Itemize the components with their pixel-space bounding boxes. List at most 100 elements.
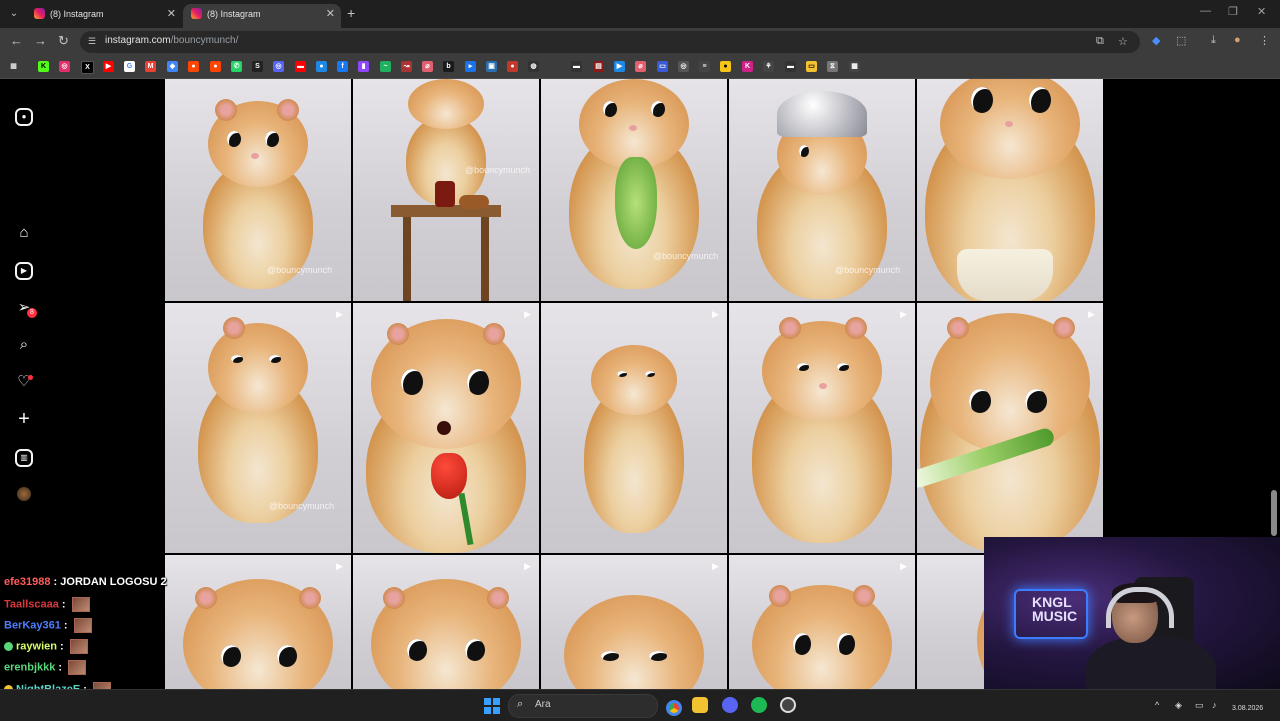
tab-search-icon[interactable]: ⌄ bbox=[6, 6, 22, 22]
taskbar-date[interactable]: 3.08.2026 bbox=[1232, 705, 1263, 712]
bookmark-icon[interactable]: ⧖ bbox=[827, 61, 838, 72]
bookmark-icon[interactable]: ◍ bbox=[528, 61, 539, 72]
reel-tile[interactable]: ▶ bbox=[541, 303, 727, 553]
bookmark-icon[interactable]: ▬ bbox=[785, 61, 796, 72]
bookmark-facebook-icon[interactable]: f bbox=[337, 61, 348, 72]
bookmark-icon[interactable]: ⌀ bbox=[422, 61, 433, 72]
create-icon[interactable]: + bbox=[14, 409, 34, 429]
watermark: @bouncymunch bbox=[653, 251, 719, 261]
dashboard-icon[interactable]: ▥ bbox=[15, 449, 33, 467]
extensions-icon[interactable]: ⬚ bbox=[1176, 34, 1186, 47]
bookmark-icon[interactable]: ~ bbox=[380, 61, 391, 72]
bookmark-icon[interactable]: ≡ bbox=[699, 61, 710, 72]
install-app-icon[interactable]: ⧉ bbox=[1096, 35, 1104, 48]
discord-icon[interactable] bbox=[722, 697, 738, 713]
bookmark-icon[interactable]: ▣ bbox=[486, 61, 497, 72]
bookmark-instagram-icon[interactable]: ◎ bbox=[59, 61, 70, 72]
post-tile[interactable]: @bouncymunch bbox=[541, 79, 727, 301]
new-tab-button[interactable]: + bbox=[347, 5, 355, 21]
bookmark-icon[interactable]: ● bbox=[316, 61, 327, 72]
tab-close-icon[interactable]: ✕ bbox=[326, 4, 335, 24]
display-icon[interactable]: ▭ bbox=[1195, 700, 1204, 711]
bookmark-icon[interactable]: ● bbox=[720, 61, 731, 72]
bookmark-icon[interactable]: ▶ bbox=[614, 61, 625, 72]
reload-icon[interactable]: ↻ bbox=[58, 33, 69, 49]
window-close-icon[interactable]: ✕ bbox=[1257, 5, 1266, 18]
reels-icon[interactable]: ▶ bbox=[15, 262, 33, 280]
bookmark-icon[interactable]: ▬ bbox=[295, 61, 306, 72]
bookmark-icon[interactable]: ● bbox=[507, 61, 518, 72]
forward-icon[interactable]: → bbox=[34, 33, 47, 48]
spotify-icon[interactable] bbox=[751, 697, 767, 713]
minimize-icon[interactable]: — bbox=[1200, 5, 1211, 17]
chat-message: efe31988 : JORDAN LOGOSU 2 bbox=[4, 576, 167, 588]
tray-chevron-icon[interactable]: ^ bbox=[1155, 700, 1159, 710]
reel-tile[interactable]: ▶ bbox=[729, 555, 915, 689]
bookmark-icon[interactable]: ⌀ bbox=[635, 61, 646, 72]
maximize-icon[interactable]: ❐ bbox=[1228, 5, 1238, 18]
reel-icon: ▶ bbox=[524, 561, 531, 571]
bookmark-twitch-icon[interactable]: ▮ bbox=[358, 61, 369, 72]
bookmark-icon[interactable]: ● bbox=[210, 61, 221, 72]
bookmark-youtube-icon[interactable]: ▶ bbox=[103, 61, 114, 72]
bookmark-kick-icon[interactable]: K bbox=[38, 61, 49, 72]
home-icon[interactable]: ⌂ bbox=[14, 223, 34, 243]
post-tile[interactable]: @bouncymunch bbox=[729, 79, 915, 301]
bookmark-icon[interactable]: ▤ bbox=[593, 61, 604, 72]
reel-tile[interactable]: @bouncymunch ▶ bbox=[165, 303, 351, 553]
bookmark-gmail-icon[interactable]: M bbox=[145, 61, 156, 72]
apps-icon[interactable]: ▦ bbox=[8, 61, 19, 72]
bookmark-icon[interactable]: ▸ bbox=[465, 61, 476, 72]
profile-avatar[interactable] bbox=[17, 487, 31, 501]
bookmark-icon[interactable]: ◎ bbox=[273, 61, 284, 72]
bookmark-x-icon[interactable]: X bbox=[81, 61, 94, 74]
volume-icon[interactable]: ♪ bbox=[1212, 700, 1217, 710]
bookmark-icon[interactable]: ◆ bbox=[167, 61, 178, 72]
file-explorer-icon[interactable] bbox=[692, 697, 708, 713]
network-icon[interactable]: ◈ bbox=[1175, 700, 1182, 711]
post-tile[interactable]: @bouncymunch bbox=[353, 79, 539, 301]
bookmark-icon[interactable]: ▦ bbox=[849, 61, 860, 72]
reel-tile[interactable]: ▶ bbox=[541, 555, 727, 689]
page-scrollbar[interactable] bbox=[1271, 490, 1277, 536]
site-info-icon[interactable]: ☰ bbox=[88, 36, 96, 47]
bookmark-whatsapp-icon[interactable]: ✆ bbox=[231, 61, 242, 72]
chat-message: BerKay361 : bbox=[4, 618, 92, 636]
bookmark-icon[interactable]: S bbox=[252, 61, 263, 72]
chrome-icon[interactable] bbox=[663, 697, 685, 719]
post-tile[interactable]: @bouncymunch bbox=[165, 79, 351, 301]
browser-tab[interactable]: (8) Instagram ✕ bbox=[26, 4, 182, 28]
taskbar-search[interactable]: ⌕ Ara bbox=[508, 694, 658, 718]
windows-start-icon[interactable] bbox=[484, 698, 500, 714]
browser-tab-active[interactable]: (8) Instagram ✕ bbox=[183, 4, 341, 28]
reel-tile[interactable]: ▶ bbox=[917, 303, 1103, 553]
profile-icon[interactable]: ● bbox=[1234, 34, 1241, 46]
folder-icon[interactable]: ▭ bbox=[806, 61, 817, 72]
reel-tile[interactable]: ▶ bbox=[165, 555, 351, 689]
bookmark-icon[interactable]: ▬ bbox=[571, 61, 582, 72]
search-icon[interactable]: ⌕ bbox=[14, 335, 34, 355]
obs-icon[interactable] bbox=[780, 697, 796, 713]
download-icon[interactable]: ⤓ bbox=[1211, 34, 1216, 47]
bookmark-icon[interactable]: ⚘ bbox=[763, 61, 774, 72]
instagram-logo-icon[interactable]: ● bbox=[15, 108, 33, 126]
bookmark-icon[interactable]: b bbox=[443, 61, 454, 72]
bookmark-star-icon[interactable]: ☆ bbox=[1118, 35, 1128, 48]
reel-tile[interactable]: ▶ bbox=[353, 555, 539, 689]
reel-tile[interactable]: ▶ bbox=[729, 303, 915, 553]
post-tile[interactable] bbox=[917, 79, 1103, 301]
address-bar[interactable]: ☰ instagram.com/bouncymunch/ ⧉ ☆ bbox=[80, 31, 1140, 53]
bookmark-reddit-icon[interactable]: ● bbox=[188, 61, 199, 72]
bookmark-google-icon[interactable]: G bbox=[124, 61, 135, 72]
reel-icon: ▶ bbox=[1088, 309, 1095, 319]
bookmark-icon[interactable]: K bbox=[742, 61, 753, 72]
url-text[interactable]: instagram.com/bouncymunch/ bbox=[105, 35, 238, 46]
reel-tile[interactable]: ▶ bbox=[353, 303, 539, 553]
bookmark-icon[interactable]: ↝ bbox=[401, 61, 412, 72]
menu-icon[interactable]: ⋮ bbox=[1259, 34, 1270, 47]
bookmark-icon[interactable]: ◎ bbox=[678, 61, 689, 72]
extension-shield-icon[interactable]: ◆ bbox=[1152, 34, 1160, 47]
back-icon[interactable]: ← bbox=[10, 33, 23, 48]
tab-close-icon[interactable]: ✕ bbox=[167, 4, 176, 24]
bookmark-icon[interactable]: ▭ bbox=[657, 61, 668, 72]
